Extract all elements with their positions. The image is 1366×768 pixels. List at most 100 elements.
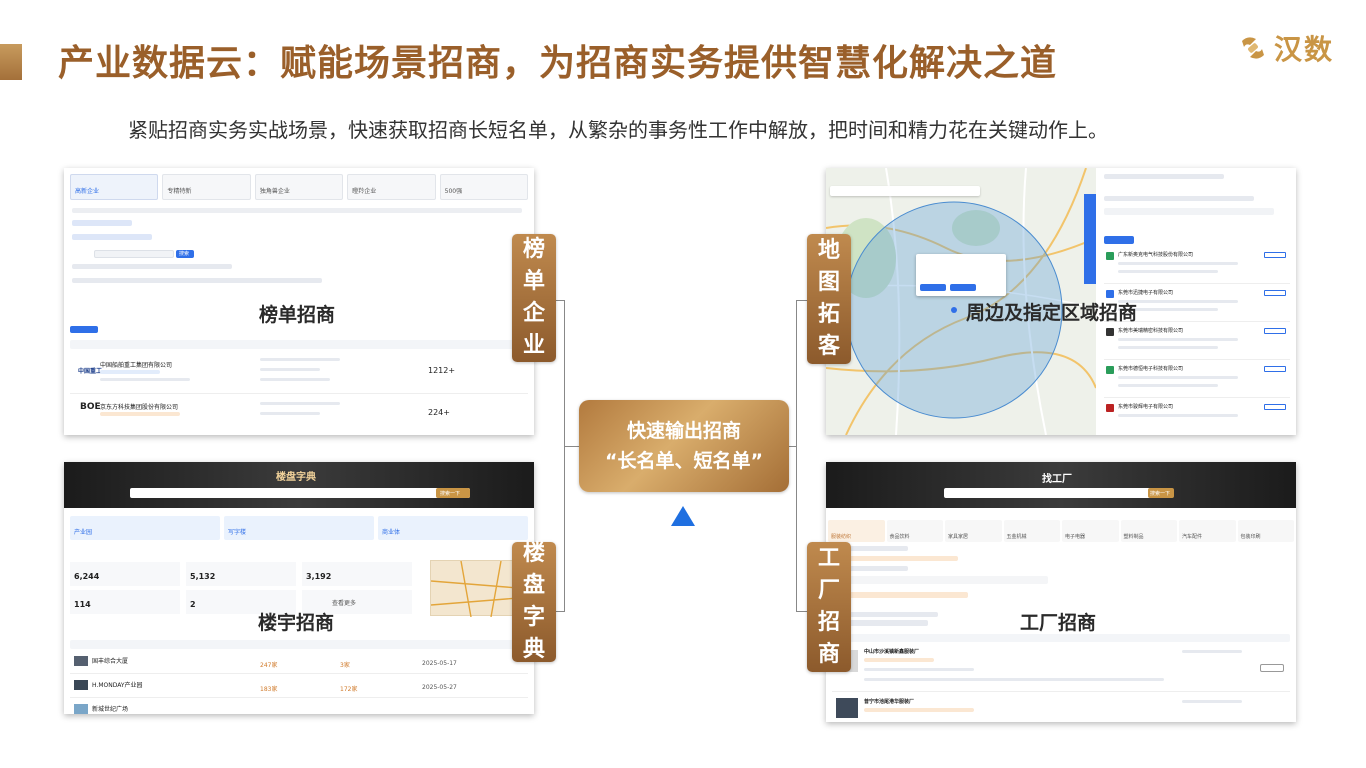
building-label: 楼宇招商 [258,612,335,634]
tab-specialized[interactable]: 专精特新 [162,174,251,200]
factory-header-title: 找工厂 [1042,474,1072,485]
factory-item[interactable]: 普宁市池尾港华服装厂 [832,696,1290,722]
category-item[interactable]: 电子电器 [1062,520,1119,542]
tab-top500[interactable]: 500强 [439,174,529,200]
category-item[interactable]: 家具家居 [945,520,1002,542]
building-name[interactable]: 国丰综合大厦 [92,656,128,665]
company-name[interactable]: 中国船舶重工集团有限公司 [100,360,172,369]
factory-table-header [832,634,1290,642]
result-company-name[interactable]: 东莞市迅捷电子有限公司 [1118,289,1173,296]
meta-line [100,412,180,416]
result-item[interactable]: 东莞市德恒电子科技有限公司 [1104,364,1290,398]
tag-char: 字 [522,605,545,630]
claim-button[interactable] [1264,252,1286,258]
tag-char: 地 [817,238,840,264]
connector-right-mid [789,446,797,447]
stat-card: 5,132 [186,562,296,586]
company-logo: BOE [80,402,101,412]
building-name[interactable]: H.MONDAY产业园 [92,680,143,689]
meta-line [1118,414,1238,417]
filter-input[interactable] [848,576,1048,584]
claim-button[interactable] [1264,328,1286,334]
result-company-name[interactable]: 东莞市骏辉电子有限公司 [1118,403,1173,410]
factory-category-row: 服装纺织 食品饮料 家具家居 五金机械 电子电器 塑料制品 汽车配件 包装印刷 [826,520,1296,542]
map-popup[interactable] [916,254,1006,296]
meta-line [1118,338,1238,341]
category-item[interactable]: 服装纺织 [828,520,885,542]
category-commercial[interactable]: 商业体 [378,516,528,540]
panel-filter [1104,196,1254,201]
category-item[interactable]: 塑料制品 [1120,520,1177,542]
stat-card: 114 [70,590,180,614]
building-value: 3家 [340,662,350,669]
table-row[interactable]: 中国重工 中国船舶重工集团有限公司 1212+ [70,354,528,394]
table-header [70,340,528,349]
tag-char: 工 [817,546,840,572]
logo-text: 汉数 [1273,33,1334,66]
ranking-screenshot: 高新企业 专精特新 独角兽企业 瞪羚企业 500强 搜索 榜单招商 中国重工 中… [64,168,534,435]
meta-line [1118,376,1238,379]
result-item[interactable]: 东莞市美瑞精密科技有限公司 [1104,326,1290,360]
building-name[interactable]: 新城世纪广场 [92,704,128,713]
claim-button[interactable] [1264,404,1286,410]
ranking-label: 榜单招商 [259,304,336,326]
factory-search-button[interactable]: 搜索一下 [1148,488,1174,498]
popup-action-button[interactable] [920,284,946,291]
contact-button[interactable] [1260,664,1284,672]
panel-filter-button[interactable] [1104,236,1134,244]
factory-name[interactable]: 中山市沙溪镇新鑫服装厂 [864,648,919,655]
map-toolbar[interactable] [830,186,980,196]
category-office[interactable]: 写字楼 [224,516,374,540]
result-company-name[interactable]: 东莞市德恒电子科技有限公司 [1118,365,1183,372]
building-search-button[interactable]: 搜索一下 [436,488,470,498]
building-thumb [74,680,88,690]
building-screenshot: 楼盘字典 搜索一下 产业园 写字楼 商业体 6,244 5,132 3,192 … [64,462,534,714]
stat-card: 6,244 [70,562,180,586]
table-row[interactable]: 新城世纪广场 [70,702,528,714]
tag-char: 典 [522,636,545,662]
tab-high-tech[interactable]: 高新企业 [70,174,159,200]
factory-search-input[interactable] [944,488,1164,498]
building-date: 2025-05-17 [422,660,457,667]
factory-name[interactable]: 普宁市池尾港华服装厂 [864,698,914,705]
table-row[interactable]: 国丰综合大厦 247家 3家 2025-05-17 [70,654,528,674]
building-thumb [74,656,88,666]
up-arrow-icon [671,506,695,526]
factory-item[interactable]: 中山市沙溪镇新鑫服装厂 [832,646,1290,692]
category-item[interactable]: 包装印刷 [1237,520,1294,542]
result-company-name[interactable]: 广东新奥克电气科技股份有限公司 [1118,251,1193,258]
table-row[interactable]: H.MONDAY产业园 183家 172家 2025-05-27 [70,678,528,698]
connector-right-vertical [796,300,797,612]
claim-button[interactable] [1264,366,1286,372]
tag-char: 厂 [817,578,840,604]
category-industrial-park[interactable]: 产业园 [70,516,220,540]
search-field[interactable] [94,250,174,258]
tag-char: 招 [817,610,840,635]
category-item[interactable]: 五金机械 [1003,520,1060,542]
claim-button[interactable] [1264,290,1286,296]
export-button[interactable] [70,326,98,333]
ranking-search-button[interactable]: 搜索 [176,250,194,258]
tab-unicorn[interactable]: 独角兽企业 [254,174,344,200]
tag-map: 地 图 拓 客 [807,234,851,364]
building-search-input[interactable] [130,488,470,498]
filter-row [72,220,132,226]
map-side-tab[interactable] [1084,194,1096,284]
filter-row [72,278,322,283]
connector-left-mid [564,446,579,447]
result-item[interactable]: 广东新奥克电气科技股份有限公司 [1104,250,1290,284]
brand-logo: 汉数 [1236,28,1334,68]
tab-gazelle[interactable]: 瞪羚企业 [347,174,436,200]
table-row[interactable]: BOE 京东方科技集团股份有限公司 224+ [70,396,528,432]
map-screenshot: 广东新奥克电气科技股份有限公司 东莞市迅捷电子有限公司 东莞市美瑞精密科技有限公… [826,168,1296,435]
popup-action-button[interactable] [950,284,976,291]
result-company-name[interactable]: 东莞市美瑞精密科技有限公司 [1118,327,1183,334]
company-name[interactable]: 京东方科技集团股份有限公司 [100,402,178,411]
category-item[interactable]: 食品饮料 [886,520,943,542]
meta-line [260,368,320,371]
connector-left-top [556,300,565,301]
result-item[interactable]: 东莞市骏辉电子有限公司 [1104,402,1290,432]
center-line-2: “长名单、短名单” [605,450,763,472]
filter-tags [848,592,968,598]
category-item[interactable]: 汽车配件 [1179,520,1236,542]
